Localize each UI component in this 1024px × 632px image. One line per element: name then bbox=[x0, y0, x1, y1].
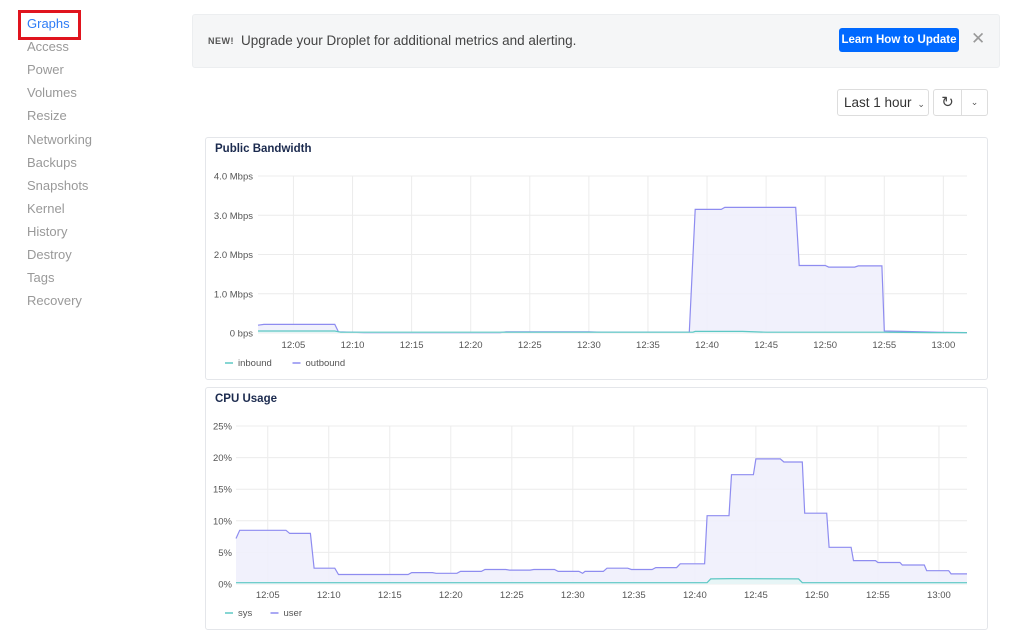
chevron-down-icon: ⌄ bbox=[970, 97, 979, 107]
y-tick-label: 10% bbox=[213, 516, 233, 527]
y-tick-label: 15% bbox=[213, 485, 233, 496]
sidebar-item-graphs[interactable]: Graphs bbox=[27, 16, 70, 31]
upgrade-banner: NEW! Upgrade your Droplet for additional… bbox=[192, 14, 1000, 68]
bandwidth-chart: 0 bps 1.0 Mbps 2.0 Mbps 3.0 Mbps 4.0 Mbps 12:… bbox=[214, 172, 968, 369]
banner-message: Upgrade your Droplet for additional metr… bbox=[241, 33, 577, 48]
sidebar-item-tags[interactable]: Tags bbox=[27, 270, 54, 285]
y-tick-label: 0 bps bbox=[230, 329, 253, 340]
chevron-down-icon: ⌄ bbox=[917, 99, 925, 109]
learn-how-to-update-button[interactable]: Learn How to Update bbox=[839, 28, 959, 52]
x-tick-label: 12:55 bbox=[866, 590, 890, 601]
sidebar-item-backups[interactable]: Backups bbox=[27, 155, 77, 170]
sidebar-item-volumes[interactable]: Volumes bbox=[27, 85, 77, 100]
x-tick-label: 12:25 bbox=[518, 340, 542, 351]
x-tick-label: 12:40 bbox=[695, 340, 719, 351]
cpu-chart: 0% 5% 10% 15% 20% 25% 12:05 12:10 12:15 12:20 12:2… bbox=[213, 422, 967, 619]
x-tick-label: 12:55 bbox=[872, 340, 896, 351]
x-tick-label: 13:00 bbox=[927, 590, 951, 601]
refresh-options-dropdown[interactable]: ⌄ bbox=[961, 89, 988, 116]
legend-label-sys[interactable]: sys bbox=[238, 608, 253, 619]
y-tick-label: 3.0 Mbps bbox=[214, 211, 253, 222]
y-tick-label: 4.0 Mbps bbox=[214, 172, 253, 183]
public-bandwidth-card: Public Bandwidth 0 bps 1.0 Mbps 2.0 Mbps 3.… bbox=[205, 137, 988, 380]
x-tick-label: 12:35 bbox=[622, 590, 646, 601]
refresh-icon: ↻ bbox=[941, 94, 954, 111]
sidebar-item-recovery[interactable]: Recovery bbox=[27, 293, 82, 308]
x-tick-label: 12:30 bbox=[577, 340, 601, 351]
sidebar-item-snapshots[interactable]: Snapshots bbox=[27, 178, 88, 193]
time-range-label: Last 1 hour bbox=[844, 95, 912, 110]
x-tick-label: 12:40 bbox=[683, 590, 707, 601]
sidebar-item-networking[interactable]: Networking bbox=[27, 132, 92, 147]
x-tick-label: 12:20 bbox=[439, 590, 463, 601]
refresh-button[interactable]: ↻ bbox=[933, 89, 962, 116]
legend-label-inbound[interactable]: inbound bbox=[238, 358, 272, 369]
y-tick-label: 1.0 Mbps bbox=[214, 289, 253, 300]
x-tick-label: 12:05 bbox=[256, 590, 280, 601]
x-tick-label: 12:20 bbox=[459, 340, 483, 351]
x-tick-label: 12:15 bbox=[378, 590, 402, 601]
x-tick-label: 12:05 bbox=[282, 340, 306, 351]
sidebar-item-power[interactable]: Power bbox=[27, 62, 64, 77]
x-tick-label: 13:00 bbox=[931, 340, 955, 351]
series-area-outbound bbox=[258, 207, 967, 333]
x-tick-label: 12:10 bbox=[341, 340, 365, 351]
y-tick-label: 20% bbox=[213, 453, 233, 464]
close-icon[interactable]: ✕ bbox=[971, 29, 985, 49]
x-tick-label: 12:10 bbox=[317, 590, 341, 601]
x-tick-label: 12:25 bbox=[500, 590, 524, 601]
sidebar-item-destroy[interactable]: Destroy bbox=[27, 247, 72, 262]
x-tick-label: 12:30 bbox=[561, 590, 585, 601]
sidebar-item-history[interactable]: History bbox=[27, 224, 67, 239]
y-tick-label: 5% bbox=[218, 548, 232, 559]
x-tick-label: 12:15 bbox=[400, 340, 424, 351]
y-tick-label: 2.0 Mbps bbox=[214, 250, 253, 261]
series-area-user bbox=[236, 458, 967, 584]
new-badge: NEW! bbox=[208, 36, 234, 46]
x-tick-label: 12:50 bbox=[813, 340, 837, 351]
legend-label-outbound[interactable]: outbound bbox=[306, 358, 346, 369]
x-tick-label: 12:50 bbox=[805, 590, 829, 601]
sidebar-item-kernel[interactable]: Kernel bbox=[27, 201, 65, 216]
series-line-user[interactable] bbox=[235, 458, 967, 576]
sidebar-item-access[interactable]: Access bbox=[27, 39, 69, 54]
time-range-select[interactable]: Last 1 hour ⌄ bbox=[837, 89, 929, 116]
x-tick-label: 12:45 bbox=[744, 590, 768, 601]
y-tick-label: 25% bbox=[213, 422, 233, 433]
y-tick-label: 0% bbox=[218, 580, 232, 591]
x-tick-label: 12:35 bbox=[636, 340, 660, 351]
cpu-usage-card: CPU Usage 0% 5% 10% 15% 20% 25% 12:05 12:10 12:1… bbox=[205, 387, 988, 630]
legend-label-user[interactable]: user bbox=[284, 608, 302, 619]
x-tick-label: 12:45 bbox=[754, 340, 778, 351]
sidebar-item-resize[interactable]: Resize bbox=[27, 108, 67, 123]
